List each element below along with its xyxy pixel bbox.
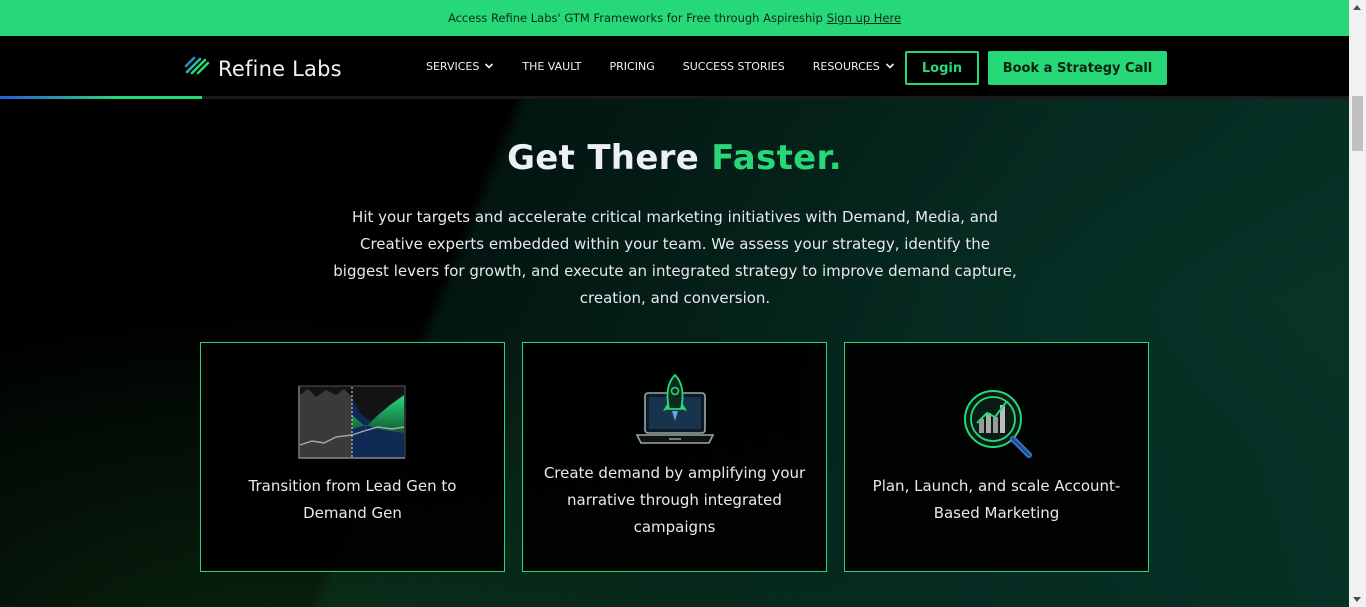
magnifier-chart-icon	[957, 383, 1037, 467]
nav-item-pricing[interactable]: PRICING	[610, 60, 655, 73]
feature-card-demand-gen: Transition from Lead Gen to Demand Gen	[200, 342, 505, 572]
card-text: Transition from Lead Gen to Demand Gen	[248, 477, 457, 522]
site-header: Refine Labs SERVICES THE VAULT PRICING S…	[0, 36, 1349, 96]
feature-card-campaigns: Create demand by amplifying your narrati…	[522, 342, 827, 572]
scroll-down-arrow-icon[interactable]	[1353, 597, 1361, 602]
announcement-bar: Access Refine Labs' GTM Frameworks for F…	[0, 0, 1349, 36]
feature-card-abm: Plan, Launch, and scale Account-Based Ma…	[844, 342, 1149, 572]
nav-item-the-vault[interactable]: THE VAULT	[522, 60, 581, 73]
page-scrollbar[interactable]	[1349, 0, 1366, 607]
nav-item-success-stories[interactable]: SUCCESS STORIES	[683, 60, 785, 73]
logo[interactable]: Refine Labs	[184, 56, 342, 82]
nav-item-label: SUCCESS STORIES	[682, 59, 785, 73]
login-button[interactable]: Login	[905, 51, 979, 85]
hero-intro-text: Hit your targets and accelerate critical…	[333, 208, 1017, 307]
card-text: Plan, Launch, and scale Account-Based Ma…	[872, 477, 1121, 522]
nav-item-resources[interactable]: RESOURCES	[813, 60, 895, 73]
announcement-signup-link[interactable]: Sign up Here	[827, 11, 901, 25]
nav-item-label: SERVICES	[426, 59, 480, 73]
headline-accent: Faster.	[711, 138, 842, 178]
nav-item-label: RESOURCES	[812, 59, 880, 73]
headline-main: Get There	[507, 138, 700, 178]
card-text: Create demand by amplifying your narrati…	[543, 464, 806, 536]
nav-item-label: PRICING	[609, 59, 655, 73]
scroll-thumb[interactable]	[1352, 96, 1363, 151]
chart-transition-icon	[297, 385, 408, 464]
refine-labs-stripes-icon	[184, 56, 210, 82]
scroll-up-arrow-icon[interactable]	[1353, 5, 1361, 10]
rocket-laptop-icon	[635, 373, 715, 452]
logo-text: Refine Labs	[218, 57, 342, 81]
nav-item-services[interactable]: SERVICES	[426, 60, 494, 73]
announcement-text: Access Refine Labs' GTM Frameworks for F…	[447, 11, 823, 25]
nav-item-label: THE VAULT	[522, 59, 582, 73]
main-nav: SERVICES THE VAULT PRICING SUCCESS STORI…	[426, 36, 923, 96]
page-title: Get There Faster.	[0, 138, 1349, 178]
hero-section: Get There Faster. Hit your targets and a…	[0, 99, 1349, 607]
chevron-down-icon	[885, 63, 894, 69]
book-strategy-call-button[interactable]: Book a Strategy Call	[988, 51, 1167, 85]
chevron-down-icon	[485, 63, 494, 69]
